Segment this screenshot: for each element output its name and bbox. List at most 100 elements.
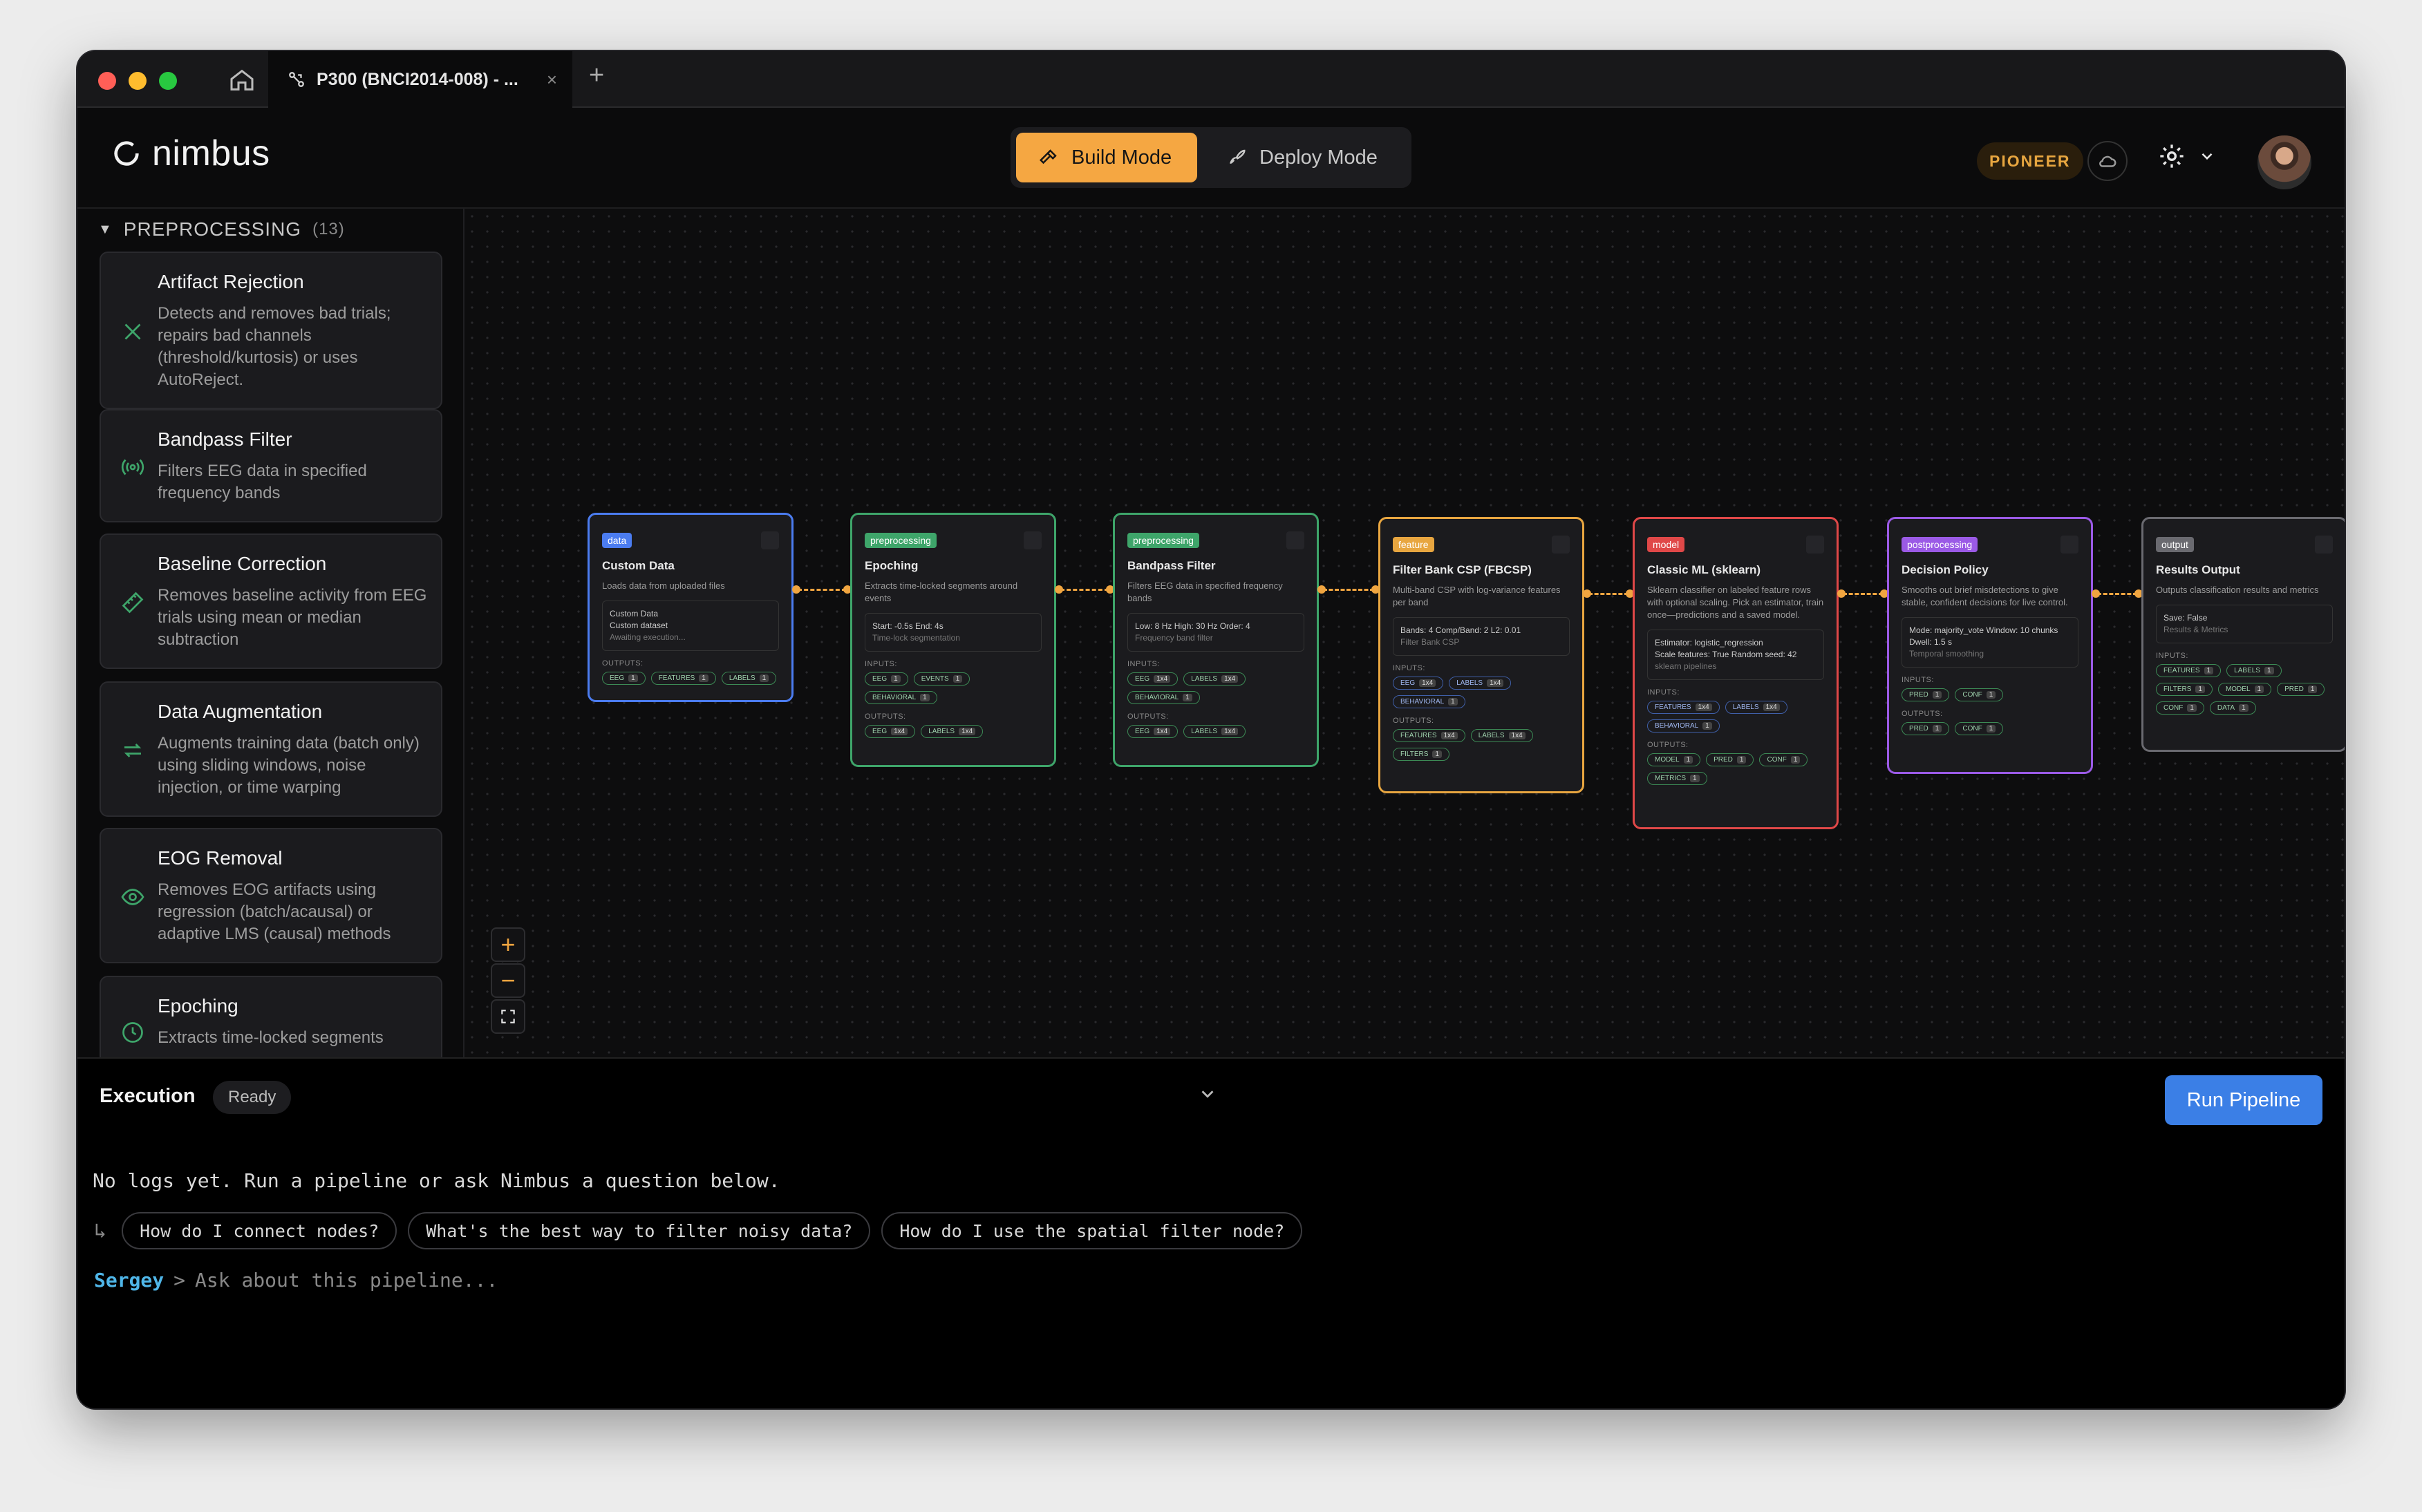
app-logo[interactable]: nimbus: [111, 133, 270, 174]
user-avatar[interactable]: [2257, 135, 2311, 189]
chart-icon[interactable]: [1286, 531, 1304, 549]
port-conf[interactable]: CONF 1: [1955, 722, 2004, 735]
edge-connection[interactable]: [1323, 589, 1374, 591]
port-eeg[interactable]: EEG 1: [602, 672, 646, 685]
chart-icon[interactable]: [1024, 531, 1042, 549]
pipeline-node-results-output[interactable]: output Results Output Outputs classifica…: [2141, 517, 2345, 752]
build-mode-button[interactable]: Build Mode: [1016, 133, 1197, 182]
port-conf[interactable]: CONF 1: [1955, 688, 2004, 701]
port-handle[interactable]: [1055, 585, 1063, 594]
node-title: Bandpass Filter: [1127, 559, 1216, 572]
port-events[interactable]: EVENTS 1: [913, 672, 970, 686]
port-eeg[interactable]: EEG 1x4: [1127, 725, 1179, 738]
port-handle[interactable]: [2092, 589, 2100, 598]
deploy-mode-button[interactable]: Deploy Mode: [1204, 133, 1406, 182]
suggestion-chip[interactable]: How do I connect nodes?: [122, 1212, 397, 1249]
suggestion-chip[interactable]: How do I use the spatial filter node?: [881, 1212, 1303, 1249]
port-features[interactable]: FEATURES 1x4: [1647, 701, 1720, 714]
port-behavioral[interactable]: BEHAVIORAL 1: [1647, 719, 1720, 733]
chart-icon[interactable]: [1806, 536, 1824, 554]
port-filters[interactable]: FILTERS 1: [1393, 748, 1449, 761]
port-features[interactable]: FEATURES 1: [2156, 664, 2222, 677]
port-handle[interactable]: [1837, 589, 1846, 598]
collapse-panel-icon[interactable]: [1197, 1084, 1218, 1108]
port-labels[interactable]: LABELS 1: [2226, 664, 2282, 677]
pipeline-node-classic-ml-sklearn[interactable]: model Classic ML (sklearn) Sklearn class…: [1633, 517, 1839, 829]
zoom-out-button[interactable]: −: [491, 963, 525, 998]
home-icon[interactable]: [228, 66, 256, 94]
port-labels[interactable]: LABELS 1x4: [1449, 677, 1512, 690]
port-filters[interactable]: FILTERS 1: [2156, 683, 2213, 696]
node-card-epoching[interactable]: Epoching Extracts time-locked segments: [100, 976, 442, 1057]
port-labels[interactable]: LABELS 1x4: [1183, 725, 1246, 738]
port-data[interactable]: DATA 1: [2209, 701, 2256, 715]
port-handle[interactable]: [1583, 589, 1591, 598]
chart-icon[interactable]: [1552, 536, 1570, 554]
port-handle[interactable]: [1317, 585, 1326, 594]
new-tab-button[interactable]: +: [589, 61, 604, 91]
port-pred[interactable]: PRED 1: [1706, 753, 1754, 766]
preprocessing-section-header[interactable]: ▼ PREPROCESSING (13): [98, 218, 345, 240]
pipeline-canvas[interactable]: data Custom Data Loads data from uploade…: [464, 209, 2345, 1057]
cloud-icon[interactable]: [2087, 141, 2128, 181]
port-features[interactable]: FEATURES 1x4: [1393, 729, 1465, 742]
edge-connection[interactable]: [1588, 593, 1628, 595]
zoom-window-button[interactable]: [159, 72, 177, 90]
node-param-line: Bands: 4 Comp/Band: 2 L2: 0.01: [1400, 625, 1521, 635]
minimize-window-button[interactable]: [129, 72, 147, 90]
port-pred[interactable]: PRED 1: [1902, 688, 1950, 701]
settings-menu[interactable]: [2158, 142, 2216, 170]
active-tab[interactable]: P300 (BNCI2014-008) - ... ×: [268, 51, 572, 108]
close-tab-icon[interactable]: ×: [547, 69, 557, 91]
log-output: No logs yet. Run a pipeline or ask Nimbu…: [93, 1169, 780, 1192]
edge-connection[interactable]: [2097, 593, 2137, 595]
chart-icon[interactable]: [2315, 536, 2333, 554]
port-pred[interactable]: PRED 1: [2277, 683, 2325, 696]
node-card-artifact-rejection[interactable]: Artifact Rejection Detects and removes b…: [100, 252, 442, 409]
node-card-data-augmentation[interactable]: Data Augmentation Augments training data…: [100, 681, 442, 817]
pipeline-node-bandpass-filter[interactable]: preprocessing Bandpass Filter Filters EE…: [1113, 513, 1319, 767]
port-metrics[interactable]: METRICS 1: [1647, 772, 1707, 785]
chat-input[interactable]: [195, 1269, 818, 1292]
node-description: Filters EEG data in specified frequency …: [1127, 580, 1283, 603]
pipeline-node-decision-policy[interactable]: postprocessing Decision Policy Smooths o…: [1887, 517, 2093, 774]
port-conf[interactable]: CONF 1: [2156, 701, 2204, 715]
pipeline-node-epoching[interactable]: preprocessing Epoching Extracts time-loc…: [850, 513, 1056, 767]
edge-connection[interactable]: [798, 589, 846, 591]
fit-view-button[interactable]: [491, 999, 525, 1034]
port-features[interactable]: FEATURES 1: [650, 672, 716, 685]
zoom-in-button[interactable]: +: [491, 927, 525, 962]
port-labels[interactable]: LABELS 1: [721, 672, 777, 685]
port-pred[interactable]: PRED 1: [1902, 722, 1950, 735]
chart-icon[interactable]: [2060, 536, 2078, 554]
edge-connection[interactable]: [1843, 593, 1883, 595]
port-model[interactable]: MODEL 1: [2217, 683, 2272, 696]
node-card-eog-removal[interactable]: EOG Removal Removes EOG artifacts using …: [100, 828, 442, 963]
node-card-bandpass-filter[interactable]: Bandpass Filter Filters EEG data in spec…: [100, 409, 442, 522]
port-eeg[interactable]: EEG 1: [865, 672, 908, 686]
port-eeg[interactable]: EEG 1x4: [1393, 677, 1444, 690]
chart-icon[interactable]: [761, 531, 779, 549]
port-behavioral[interactable]: BEHAVIORAL 1: [865, 691, 937, 704]
suggestion-chip[interactable]: What's the best way to filter noisy data…: [408, 1212, 871, 1249]
port-handle[interactable]: [792, 585, 800, 594]
port-model[interactable]: MODEL 1: [1647, 753, 1701, 766]
close-window-button[interactable]: [98, 72, 116, 90]
port-eeg[interactable]: EEG 1x4: [1127, 672, 1179, 686]
edge-connection[interactable]: [1060, 589, 1109, 591]
run-pipeline-button[interactable]: Run Pipeline: [2165, 1075, 2322, 1125]
port-labels[interactable]: LABELS 1x4: [1183, 672, 1246, 686]
port-labels[interactable]: LABELS 1x4: [1470, 729, 1533, 742]
port-eeg[interactable]: EEG 1x4: [865, 725, 916, 738]
port-labels[interactable]: LABELS 1x4: [921, 725, 984, 738]
node-card-title: Epoching: [158, 995, 238, 1017]
pipeline-node-filter-bank-csp-fbcsp[interactable]: feature Filter Bank CSP (FBCSP) Multi-ba…: [1378, 517, 1584, 793]
port-conf[interactable]: CONF 1: [1759, 753, 1808, 766]
node-param-line: Filter Bank CSP: [1400, 637, 1460, 647]
port-labels[interactable]: LABELS 1x4: [1725, 701, 1787, 714]
node-card-baseline-correction[interactable]: Baseline Correction Removes baseline act…: [100, 533, 442, 669]
port-behavioral[interactable]: BEHAVIORAL 1: [1127, 691, 1200, 704]
node-param-line: Awaiting execution...: [610, 632, 686, 642]
pipeline-node-custom-data[interactable]: data Custom Data Loads data from uploade…: [588, 513, 794, 702]
port-behavioral[interactable]: BEHAVIORAL 1: [1393, 695, 1465, 708]
